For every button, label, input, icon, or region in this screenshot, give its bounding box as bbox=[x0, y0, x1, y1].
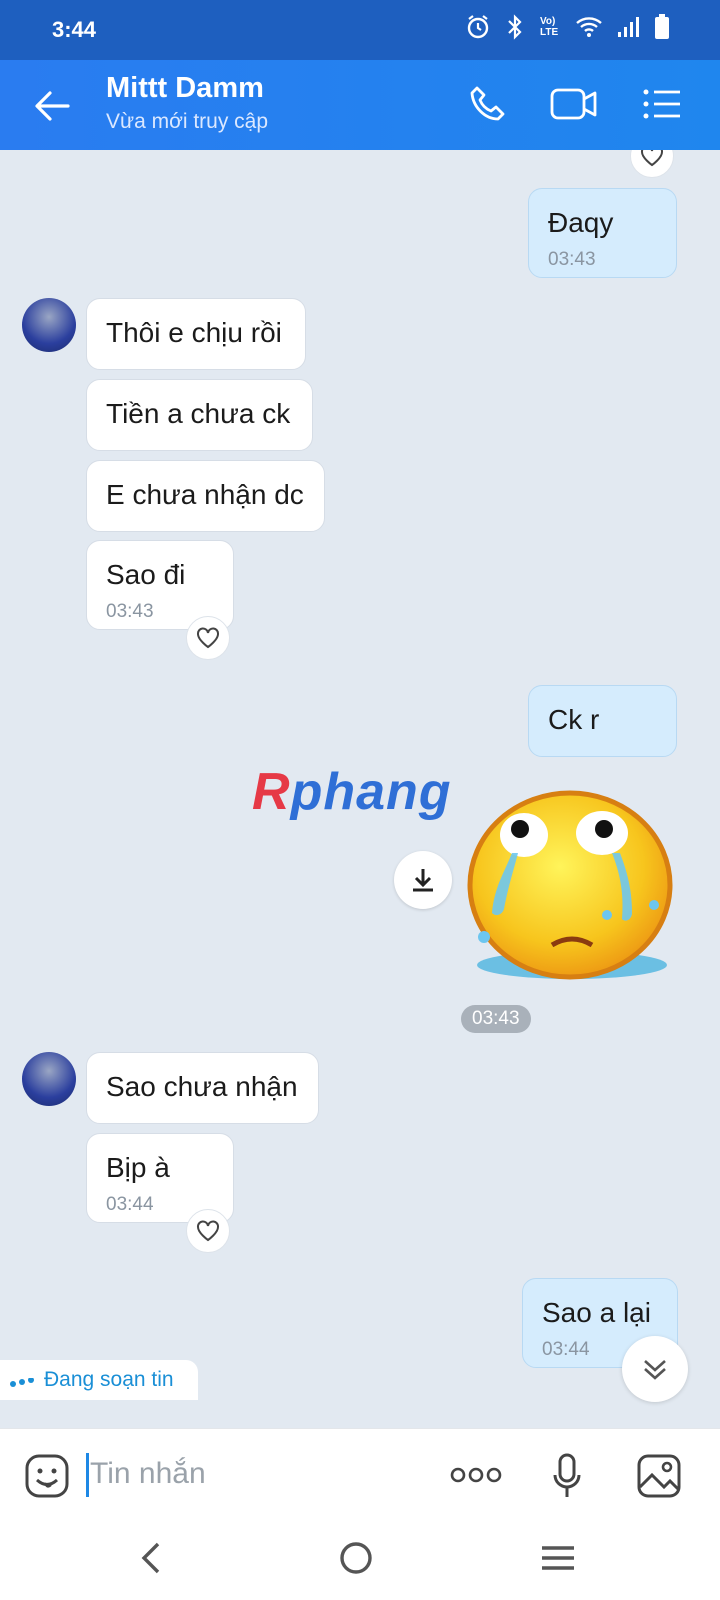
message-input[interactable]: Tin nhắn bbox=[90, 1457, 206, 1491]
reaction-heart-button[interactable] bbox=[186, 1209, 230, 1253]
microphone-icon[interactable] bbox=[552, 1453, 582, 1499]
status-bar: 3:44 Vo) LTE bbox=[0, 0, 720, 60]
message-text: Sao chưa nhận bbox=[106, 1071, 298, 1102]
phone-icon[interactable] bbox=[468, 84, 508, 124]
nav-home-icon[interactable] bbox=[338, 1540, 374, 1576]
message-time: 03:44 bbox=[106, 1194, 154, 1215]
chat-header: Mittt Damm Vừa mới truy cập bbox=[0, 60, 720, 150]
volte-icon: Vo) LTE bbox=[540, 16, 559, 38]
battery-icon bbox=[655, 14, 669, 39]
message-time: 03:43 bbox=[548, 249, 596, 270]
alarm-icon bbox=[467, 15, 489, 39]
message-time: 03:43 bbox=[461, 1005, 531, 1033]
watermark-logo: Rphang bbox=[252, 763, 452, 821]
avatar[interactable] bbox=[22, 1052, 76, 1106]
bluetooth-icon bbox=[508, 14, 522, 40]
menu-list-icon[interactable] bbox=[642, 84, 682, 124]
download-icon bbox=[413, 869, 433, 892]
back-arrow-icon[interactable] bbox=[32, 86, 72, 126]
reaction-heart-button[interactable] bbox=[186, 616, 230, 660]
signal-icon bbox=[618, 17, 639, 37]
message-text: Sao a lại bbox=[542, 1297, 651, 1328]
wifi-icon bbox=[576, 17, 602, 37]
download-button[interactable] bbox=[394, 851, 452, 909]
status-time: 3:44 bbox=[52, 17, 97, 42]
message-text: Đaqy bbox=[548, 207, 614, 238]
typing-label: Đang soạn tin bbox=[44, 1368, 174, 1391]
message-text: Thôi e chịu rồi bbox=[106, 317, 282, 348]
message-bubble-outgoing[interactable]: Đaqy 03:43 bbox=[528, 188, 677, 278]
message-time: 03:43 bbox=[106, 601, 154, 622]
message-text: Sao đi bbox=[106, 559, 186, 590]
heart-icon bbox=[641, 150, 663, 167]
more-icon[interactable] bbox=[450, 1467, 502, 1483]
reaction-heart-button[interactable] bbox=[630, 150, 674, 178]
crying-face-sticker[interactable] bbox=[462, 785, 682, 990]
message-bubble-incoming[interactable]: Thôi e chịu rồi bbox=[86, 298, 306, 370]
chat-area[interactable]: Đaqy 03:43 Thôi e chịu rồi Tiền a chưa c… bbox=[0, 150, 720, 1428]
system-nav-bar bbox=[0, 1520, 720, 1600]
double-chevron-down-icon bbox=[644, 1360, 666, 1380]
watermark-text: phang bbox=[290, 763, 452, 821]
emoji-icon[interactable] bbox=[24, 1453, 70, 1499]
message-time: 03:44 bbox=[542, 1339, 590, 1360]
heart-icon bbox=[197, 1220, 219, 1242]
message-text: Bịp à bbox=[106, 1152, 170, 1183]
text-caret bbox=[86, 1453, 89, 1497]
message-text: E chưa nhận dc bbox=[106, 479, 304, 510]
message-input-bar: Tin nhắn bbox=[0, 1428, 720, 1520]
contact-status: Vừa mới truy cập bbox=[106, 110, 269, 133]
message-bubble-incoming[interactable]: E chưa nhận dc bbox=[86, 460, 325, 532]
message-bubble-outgoing[interactable]: Ck r bbox=[528, 685, 677, 757]
typing-indicator: Đang soạn tin bbox=[0, 1360, 198, 1400]
nav-recents-icon[interactable] bbox=[540, 1540, 576, 1576]
heart-icon bbox=[197, 627, 219, 649]
image-icon[interactable] bbox=[636, 1453, 682, 1499]
message-text: Tiền a chưa ck bbox=[106, 398, 291, 429]
typing-dots-icon bbox=[10, 1378, 34, 1387]
scroll-to-bottom-button[interactable] bbox=[622, 1336, 688, 1402]
avatar[interactable] bbox=[22, 298, 76, 352]
contact-name[interactable]: Mittt Damm bbox=[106, 72, 264, 105]
message-bubble-incoming[interactable]: Tiền a chưa ck bbox=[86, 379, 313, 451]
message-text: Ck r bbox=[548, 704, 600, 735]
nav-back-icon[interactable] bbox=[138, 1540, 166, 1576]
video-call-icon[interactable] bbox=[550, 84, 598, 124]
message-bubble-incoming[interactable]: Sao chưa nhận bbox=[86, 1052, 319, 1124]
